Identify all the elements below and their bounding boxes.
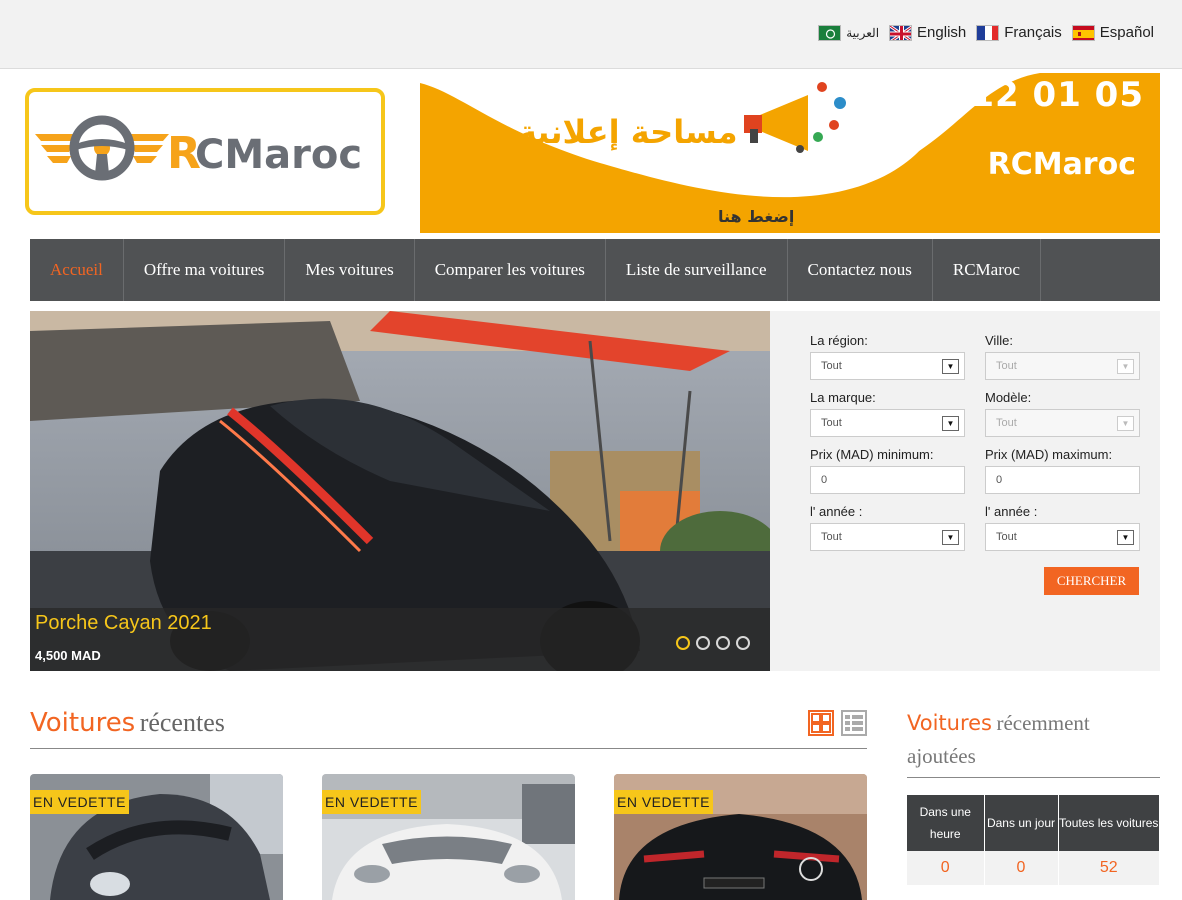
price-min-input[interactable]: 0 [810, 466, 965, 494]
featured-badge: EN VEDETTE [614, 790, 713, 814]
chevron-down-icon: ▼ [1117, 416, 1134, 431]
recent-title-accent: Voitures [30, 708, 136, 738]
banner-cta[interactable]: إضغط هنا [718, 207, 794, 226]
brand-select-value: Tout [821, 417, 842, 429]
banner-phone: 06 44 12 01 05 [846, 75, 1144, 115]
recent-title-rest: récentes [139, 708, 225, 737]
list-view-icon[interactable] [841, 710, 867, 736]
uk-flag-icon [889, 24, 913, 41]
lang-label: العربية [846, 25, 880, 40]
slider-dot[interactable] [676, 636, 690, 650]
lang-label: Español [1099, 24, 1154, 41]
model-select[interactable]: Tout ▼ [985, 409, 1140, 437]
france-flag-icon [976, 24, 1000, 41]
chevron-down-icon: ▼ [942, 359, 959, 374]
lang-label: English [917, 24, 967, 41]
nav-item-rcmaroc[interactable]: RCMaroc [933, 239, 1041, 301]
nav-item-surveillance[interactable]: Liste de surveillance [606, 239, 788, 301]
banner-ad[interactable]: 06 44 12 01 05 مساحة إعلانية RCMaroc إضغ… [420, 73, 1160, 233]
slider-dot[interactable] [716, 636, 730, 650]
chevron-down-icon: ▼ [1117, 530, 1134, 545]
hero-slider[interactable]: Porche Cayan 2021 4,500 MAD [30, 311, 770, 671]
search-button[interactable]: CHERCHER [1044, 567, 1139, 595]
slider-dots [676, 636, 750, 650]
search-panel: La région: Tout ▼ Ville: Tout ▼ La marqu… [770, 311, 1160, 671]
language-switcher: العربية English Français Español [818, 24, 1154, 41]
year-from-label: l' année : [810, 504, 863, 519]
region-select-value: Tout [821, 360, 842, 372]
language-bar: العربية English Français Español [0, 0, 1182, 69]
lang-label: Français [1004, 24, 1062, 41]
price-min-label: Prix (MAD) minimum: [810, 447, 934, 462]
stats-value[interactable]: 0 [984, 851, 1059, 885]
nav-item-comparer[interactable]: Comparer les voitures [415, 239, 606, 301]
hero-title[interactable]: Porche Cayan 2021 [35, 612, 212, 635]
hero-caption: Porche Cayan 2021 4,500 MAD [30, 608, 770, 671]
car-card[interactable]: EN VEDETTE [30, 774, 283, 900]
main-nav: Accueil Offre ma voitures Mes voitures C… [30, 239, 1160, 301]
saudi-flag-icon [818, 24, 842, 41]
city-select[interactable]: Tout ▼ [985, 352, 1140, 380]
chevron-down-icon: ▼ [942, 530, 959, 545]
lang-spanish[interactable]: Español [1071, 24, 1154, 41]
side-widget-heading: Voitures récemment ajoutées [907, 708, 1160, 778]
stats-header: Toutes les voitures [1058, 795, 1160, 851]
price-max-label: Prix (MAD) maximum: [985, 447, 1113, 462]
grid-view-icon[interactable] [808, 710, 834, 736]
price-max-input[interactable]: 0 [985, 466, 1140, 494]
nav-item-contact[interactable]: Contactez nous [788, 239, 933, 301]
slider-dot[interactable] [736, 636, 750, 650]
lang-english[interactable]: English [889, 24, 966, 41]
stats-value[interactable]: 52 [1058, 851, 1160, 885]
site-logo[interactable]: R CMaroc [25, 88, 385, 215]
stats-header: Dans un jour [984, 795, 1059, 851]
chevron-down-icon: ▼ [1117, 359, 1134, 374]
lang-arabic[interactable]: العربية [818, 24, 880, 41]
logo-text: CMaroc [195, 132, 362, 178]
recent-cars-heading: Voitures récentes [30, 708, 867, 749]
banner-arabic-title: مساحة إعلانية [518, 113, 738, 151]
brand-label: La marque: [810, 390, 876, 405]
featured-badge: EN VEDETTE [30, 790, 129, 814]
stats-header: Dans une heure [907, 795, 985, 851]
hero-price: 4,500 MAD [35, 648, 101, 663]
year-from-select-value: Tout [821, 531, 842, 543]
featured-badge: EN VEDETTE [322, 790, 421, 814]
year-to-select[interactable]: Tout ▼ [985, 523, 1140, 551]
recent-stats-table: Dans une heure Dans un jour Toutes les v… [907, 795, 1160, 885]
brand-select[interactable]: Tout ▼ [810, 409, 965, 437]
year-from-select[interactable]: Tout ▼ [810, 523, 965, 551]
spain-flag-icon [1071, 24, 1095, 41]
region-select[interactable]: Tout ▼ [810, 352, 965, 380]
model-label: Modèle: [985, 390, 1032, 405]
lang-french[interactable]: Français [976, 24, 1062, 41]
city-select-value: Tout [996, 360, 1017, 372]
nav-item-accueil[interactable]: Accueil [30, 239, 124, 301]
stats-value[interactable]: 0 [907, 851, 985, 885]
region-label: La région: [810, 333, 868, 348]
chevron-down-icon: ▼ [942, 416, 959, 431]
model-select-value: Tout [996, 417, 1017, 429]
slider-dot[interactable] [696, 636, 710, 650]
car-card[interactable]: EN VEDETTE [614, 774, 867, 900]
year-to-label: l' année : [985, 504, 1038, 519]
banner-brand: RCMaroc [987, 147, 1136, 182]
side-title-accent: Voitures [907, 711, 992, 735]
nav-item-offre[interactable]: Offre ma voitures [124, 239, 286, 301]
year-to-select-value: Tout [996, 531, 1017, 543]
nav-item-mes-voitures[interactable]: Mes voitures [285, 239, 415, 301]
car-card[interactable]: EN VEDETTE [322, 774, 575, 900]
city-label: Ville: [985, 333, 1013, 348]
